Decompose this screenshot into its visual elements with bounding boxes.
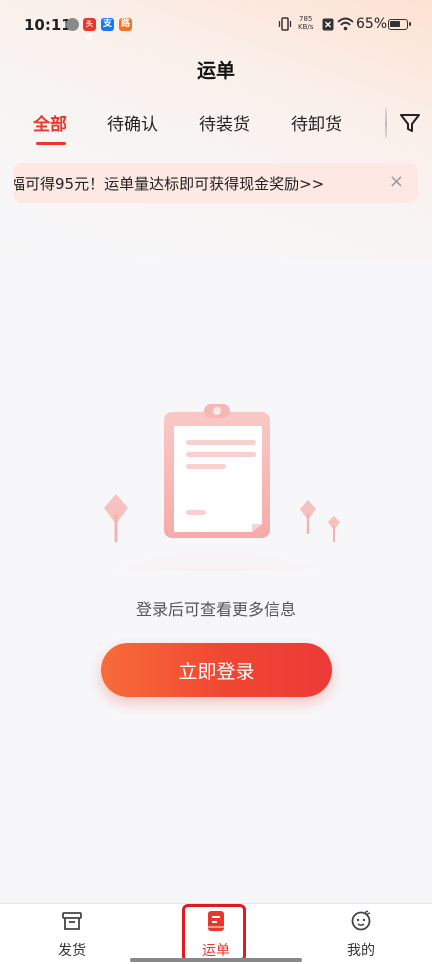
network-speed: 785 KB/s (298, 15, 313, 31)
news-app-icon: 头条 (83, 18, 96, 41)
tab-bar: 全部 待确认 待装货 待卸货 (0, 108, 432, 148)
alipay-icon: 支 (101, 18, 114, 31)
tab-pending-unloading[interactable]: 待卸货 (291, 110, 342, 135)
weibo-icon (66, 18, 79, 31)
map-app-icon: 路 (119, 18, 132, 31)
tab-divider (385, 108, 387, 138)
login-button[interactable]: 立即登录 (101, 643, 332, 697)
bottom-nav-bar: 发货 运单 我的 (0, 903, 432, 964)
promo-notice-text[interactable]: 福可得95元！运单量达标即可获得现金奖励>> (14, 173, 324, 194)
tab-all[interactable]: 全部 (33, 110, 67, 135)
active-tab-indicator (36, 142, 66, 145)
waybill-icon (208, 911, 224, 931)
status-time: 10:11 (24, 16, 72, 34)
home-indicator[interactable] (130, 958, 302, 962)
nav-label-mine: 我的 (347, 943, 375, 959)
tab-pending-loading[interactable]: 待装货 (199, 110, 250, 135)
nav-label-ship: 发货 (58, 943, 86, 959)
vibrate-icon (278, 17, 292, 31)
nav-item-mine[interactable]: 我的 (321, 904, 401, 964)
wifi-icon (337, 17, 354, 31)
tab-pending-confirm[interactable]: 待确认 (107, 110, 158, 135)
promo-notice-banner[interactable]: 福可得95元！运单量达标即可获得现金奖励>> × (14, 163, 418, 203)
no-sim-icon (322, 18, 334, 31)
close-icon[interactable]: × (389, 171, 404, 192)
nav-item-ship[interactable]: 发货 (32, 904, 112, 964)
empty-clipboard-illustration (84, 404, 348, 571)
nav-label-waybill: 运单 (202, 943, 230, 959)
archive-box-icon (62, 912, 82, 930)
filter-icon[interactable] (399, 111, 421, 135)
status-bar: 10:11 头条 支 路 785 KB/s 65% (0, 0, 432, 50)
page-title: 运单 (196, 60, 235, 82)
network-speed-value: 785 (299, 15, 313, 23)
profile-face-icon (351, 910, 371, 931)
app-screen: 10:11 头条 支 路 785 KB/s 65% 运单 全部 待确认 待装货 … (0, 0, 432, 964)
empty-state-message: 登录后可查看更多信息 (135, 600, 296, 619)
battery-icon (388, 19, 411, 30)
nav-item-waybill[interactable]: 运单 (176, 904, 256, 964)
battery-percent: 65% (356, 16, 388, 32)
network-speed-unit: KB/s (298, 23, 314, 31)
